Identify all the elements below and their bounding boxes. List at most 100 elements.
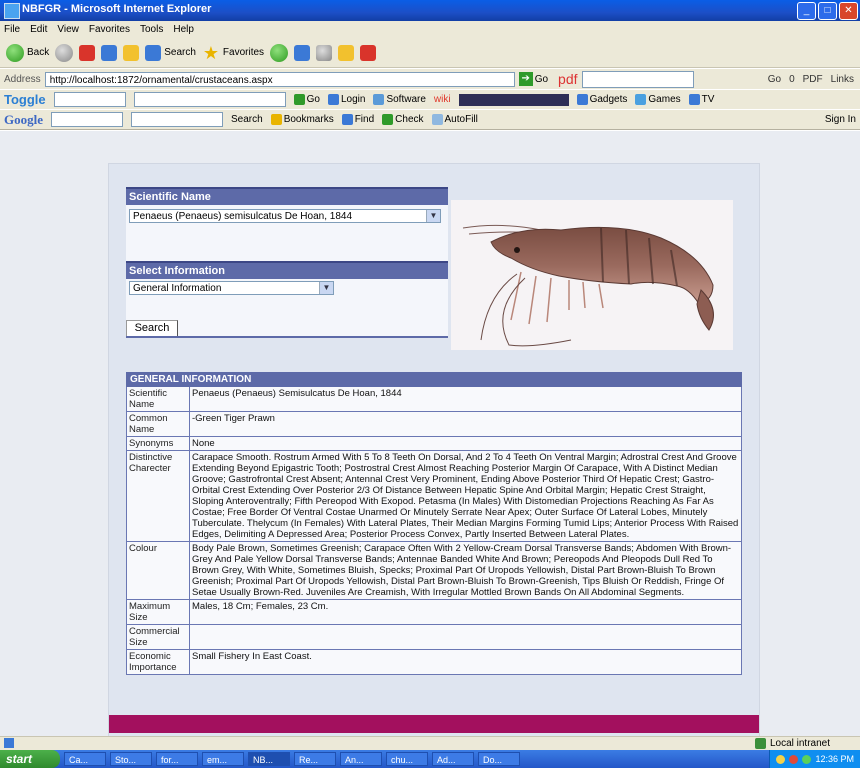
search-label: Search xyxy=(164,47,196,58)
google-autofill-button[interactable]: AutoFill xyxy=(431,114,478,125)
taskbar-item[interactable]: Do... xyxy=(478,752,520,766)
games-icon xyxy=(635,94,647,105)
toggle-go-label: Go xyxy=(306,94,320,105)
table-row: Commercial Size xyxy=(126,624,742,650)
go-button[interactable]: ➔ Go xyxy=(518,72,549,86)
links-button[interactable]: Links xyxy=(831,74,854,85)
search-button[interactable]: Search xyxy=(145,44,196,61)
toggle-media-player[interactable] xyxy=(458,93,569,106)
toggle-wiki-label: wiki xyxy=(433,94,451,105)
taskbar-item[interactable]: NB... xyxy=(248,752,290,766)
scientific-name-select[interactable]: Penaeus (Penaeus) semisulcatus De Hoan, … xyxy=(129,209,441,223)
windows-taskbar: start Ca... Sto... for... em... NB... Re… xyxy=(0,750,860,768)
google-bookmarks-button[interactable]: Bookmarks xyxy=(270,114,334,125)
taskbar-item[interactable]: em... xyxy=(202,752,244,766)
window-title: NBFGR - Microsoft Internet Explorer xyxy=(22,3,212,15)
refresh-icon[interactable] xyxy=(101,44,118,61)
menu-view[interactable]: View xyxy=(57,24,79,35)
print-icon[interactable] xyxy=(316,44,333,61)
taskbar-item[interactable]: Ca... xyxy=(64,752,106,766)
toggle-go-button[interactable]: Go xyxy=(293,94,320,105)
menu-favorites[interactable]: Favorites xyxy=(89,24,130,35)
google-brand[interactable]: Google xyxy=(4,112,43,128)
toggle-wiki-button[interactable]: wiki xyxy=(434,94,451,105)
google-signin-button[interactable]: Sign In xyxy=(825,114,860,125)
browser-viewport[interactable]: Scientific Name Penaeus (Penaeus) semisu… xyxy=(0,131,860,736)
toggle-software-button[interactable]: Software xyxy=(373,94,426,105)
google-search-input[interactable] xyxy=(51,112,123,127)
home-icon[interactable] xyxy=(123,44,140,61)
stop-icon[interactable] xyxy=(79,44,96,61)
security-zone: Local intranet xyxy=(754,738,830,749)
messenger-icon[interactable] xyxy=(360,44,377,61)
taskbar-item[interactable]: Re... xyxy=(294,752,336,766)
row-label: Commercial Size xyxy=(126,624,190,650)
gadgets-icon xyxy=(576,94,588,105)
toggle-login-button[interactable]: Login xyxy=(327,94,365,105)
row-value: Males, 18 Cm; Females, 23 Cm. xyxy=(189,599,742,625)
google-search-button[interactable]: Search xyxy=(231,114,263,125)
tray-icon[interactable] xyxy=(802,754,812,764)
menu-edit[interactable]: Edit xyxy=(30,24,47,35)
table-row: Colour Body Pale Brown, Sometimes Greeni… xyxy=(126,541,742,600)
toggle-brand[interactable]: Toggle xyxy=(4,92,46,107)
page-container: Scientific Name Penaeus (Penaeus) semisu… xyxy=(108,163,760,736)
toggle-search-input[interactable] xyxy=(53,92,126,107)
go-icon xyxy=(293,94,305,105)
login-icon xyxy=(327,94,339,105)
pdf-go-button[interactable]: Go xyxy=(768,74,781,85)
toggle-games-button[interactable]: Games xyxy=(635,94,681,105)
row-value: -Green Tiger Prawn xyxy=(189,411,742,437)
autofill-icon xyxy=(431,114,443,125)
zone-label: Local intranet xyxy=(769,738,830,749)
taskbar-item[interactable]: Sto... xyxy=(110,752,152,766)
table-row: Maximum Size Males, 18 Cm; Females, 23 C… xyxy=(126,599,742,625)
shrimp-photo xyxy=(451,200,733,350)
google-check-button[interactable]: Check xyxy=(382,114,424,125)
favorites-button[interactable]: ★ Favorites xyxy=(202,44,264,62)
maximize-button[interactable]: □ xyxy=(818,2,837,20)
taskbar-item[interactable]: for... xyxy=(156,752,198,766)
row-value: Carapace Smooth. Rostrum Armed With 5 To… xyxy=(189,450,742,542)
address-input[interactable]: http://localhost:1872/ornamental/crustac… xyxy=(44,71,515,87)
tray-icon[interactable] xyxy=(776,754,786,764)
address-label: Address xyxy=(4,73,41,85)
tray-icon[interactable] xyxy=(789,754,799,764)
bookmark-star-icon xyxy=(270,114,282,125)
taskbar-item[interactable]: Ad... xyxy=(432,752,474,766)
go-label: Go xyxy=(534,73,549,85)
window-controls: _ □ ✕ xyxy=(797,2,858,20)
menu-help[interactable]: Help xyxy=(173,24,194,35)
chevron-down-icon: ▼ xyxy=(426,210,440,222)
pdf-search-input[interactable] xyxy=(581,70,694,88)
toggle-tv-label: TV xyxy=(701,94,715,105)
back-label: Back xyxy=(27,47,50,58)
search-form: Scientific Name Penaeus (Penaeus) semisu… xyxy=(126,187,448,338)
minimize-button[interactable]: _ xyxy=(797,2,816,20)
toggle-tv-button[interactable]: TV xyxy=(688,94,715,105)
close-button[interactable]: ✕ xyxy=(839,2,858,20)
information-select[interactable]: General Information ▼ xyxy=(129,281,334,295)
folder-icon[interactable] xyxy=(338,44,355,61)
mail-icon[interactable] xyxy=(294,44,311,61)
taskbar-item[interactable]: chu... xyxy=(386,752,428,766)
back-button[interactable]: Back xyxy=(6,43,50,62)
intranet-icon xyxy=(754,738,766,749)
history-icon[interactable] xyxy=(270,43,289,62)
pdf-button[interactable]: PDF xyxy=(803,74,823,85)
page-status-icon xyxy=(4,738,14,748)
taskbar-item[interactable]: An... xyxy=(340,752,382,766)
toggle-combo-input[interactable] xyxy=(133,92,286,107)
row-value: Small Fishery In East Coast. xyxy=(189,649,742,675)
menu-tools[interactable]: Tools xyxy=(140,24,163,35)
select-information-header: Select Information xyxy=(126,261,448,279)
google-find-button[interactable]: Find xyxy=(341,114,374,125)
menu-file[interactable]: File xyxy=(4,24,20,35)
google-query-input[interactable] xyxy=(131,112,223,127)
forward-arrow-icon[interactable] xyxy=(55,43,74,62)
row-label: Synonyms xyxy=(126,436,190,451)
start-button[interactable]: start xyxy=(0,750,60,768)
toggle-gadgets-button[interactable]: Gadgets xyxy=(576,94,627,105)
google-bookmarks-label: Bookmarks xyxy=(283,114,334,125)
table-row: Distinctive Charecter Carapace Smooth. R… xyxy=(126,450,742,542)
